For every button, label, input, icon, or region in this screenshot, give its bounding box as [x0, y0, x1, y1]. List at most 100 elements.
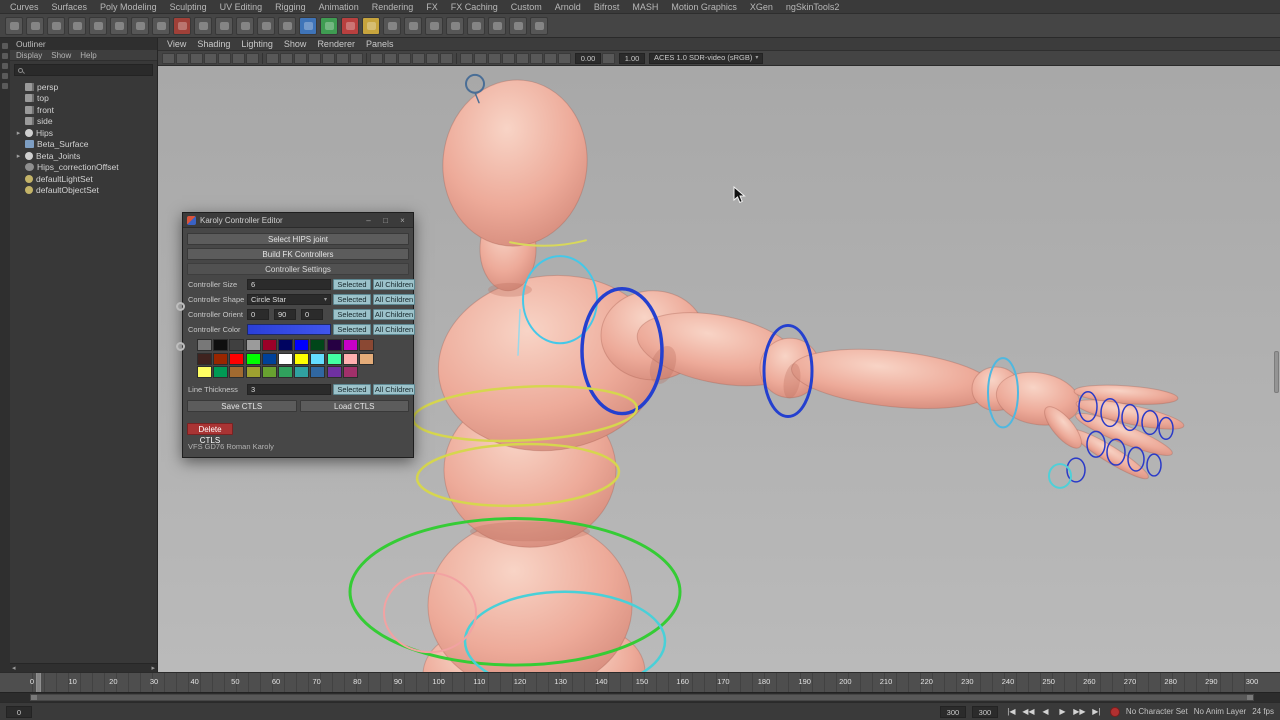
timeline-tick[interactable]: 200: [839, 677, 852, 686]
color-swatch[interactable]: [229, 339, 244, 351]
outliner-item-hips-correctionoffset[interactable]: Hips_correctionOffset: [10, 162, 157, 174]
color-swatch[interactable]: [213, 339, 228, 351]
shelf-tab-bifrost[interactable]: Bifrost: [594, 2, 620, 12]
shelf-tab-xgen[interactable]: XGen: [750, 2, 773, 12]
color-swatch[interactable]: [359, 353, 374, 365]
search-input[interactable]: [26, 65, 149, 75]
rotate-tool-icon[interactable]: [89, 17, 107, 35]
color-swatch[interactable]: [213, 353, 228, 365]
shelf-tab-custom[interactable]: Custom: [511, 2, 542, 12]
build-fk-controllers-button[interactable]: Build FK Controllers: [187, 248, 409, 260]
exposure-icon[interactable]: [558, 53, 571, 64]
play-backward-button[interactable]: ◀: [1038, 707, 1053, 716]
shelf-tab-fx-caching[interactable]: FX Caching: [451, 2, 498, 12]
timeline-tick[interactable]: 60: [272, 677, 280, 686]
colorspace-dropdown[interactable]: ACES 1.0 SDR-video (sRGB)▾: [649, 53, 763, 64]
orient-all-children-button[interactable]: All Children: [373, 309, 415, 320]
curve-cv-icon[interactable]: [215, 17, 233, 35]
color-swatch[interactable]: [278, 339, 293, 351]
anim-layer-dropdown[interactable]: No Anim Layer: [1194, 707, 1246, 716]
timeline-tick[interactable]: 300: [1246, 677, 1259, 686]
animation-end-field[interactable]: 300: [972, 706, 998, 718]
shelf-tab-rendering[interactable]: Rendering: [372, 2, 414, 12]
timeline-tick[interactable]: 30: [150, 677, 158, 686]
orient-handle-icon[interactable]: [176, 342, 185, 351]
color-all-children-button[interactable]: All Children: [373, 324, 415, 335]
outliner-item-defaultobjectset[interactable]: defaultObjectSet: [10, 185, 157, 197]
shelf-tab-fx[interactable]: FX: [426, 2, 438, 12]
color-swatch[interactable]: [343, 366, 358, 378]
shelf-tab-surfaces[interactable]: Surfaces: [52, 2, 88, 12]
shelf-menu-icon[interactable]: [5, 17, 23, 35]
controller-color-slider[interactable]: [247, 324, 331, 335]
shelf-tab-ngskintools2[interactable]: ngSkinTools2: [786, 2, 840, 12]
camera-select-icon[interactable]: [162, 53, 175, 64]
screen-space-ao-icon[interactable]: [502, 53, 515, 64]
color-swatch[interactable]: [213, 366, 228, 378]
color-swatch[interactable]: [278, 366, 293, 378]
outliner-search-box[interactable]: [14, 64, 153, 76]
range-slider[interactable]: [0, 692, 1280, 702]
window-titlebar[interactable]: Karoly Controller Editor: [183, 213, 413, 228]
color-swatch[interactable]: [197, 353, 212, 365]
pan-zoom-icon[interactable]: [232, 53, 245, 64]
close-icon[interactable]: [396, 216, 409, 225]
camera-lock-icon[interactable]: [176, 53, 189, 64]
multi-cut-icon[interactable]: [467, 17, 485, 35]
timeline-tick[interactable]: 100: [432, 677, 445, 686]
scroll-left-icon[interactable]: ◂: [12, 664, 16, 672]
frame-selection-icon[interactable]: [384, 53, 397, 64]
viewport-vscrollbar[interactable]: [1274, 351, 1279, 393]
nurbs-cube-icon[interactable]: [404, 17, 422, 35]
viewport-menu-shading[interactable]: Shading: [197, 39, 230, 49]
image-plane-icon[interactable]: [218, 53, 231, 64]
playback-end-field[interactable]: 300: [940, 706, 966, 718]
shadows-icon[interactable]: [488, 53, 501, 64]
outliner-item-side[interactable]: side: [10, 116, 157, 128]
timeline-tick[interactable]: 40: [190, 677, 198, 686]
expand-arrow-icon[interactable]: ▸: [15, 152, 22, 160]
safe-title-icon[interactable]: [350, 53, 363, 64]
toolbox-icon[interactable]: [2, 53, 8, 59]
camera-attributes-icon[interactable]: [190, 53, 203, 64]
color-swatch[interactable]: [294, 353, 309, 365]
time-slider[interactable]: 0102030405060708090100110120130140150160…: [0, 672, 1280, 692]
load-ctls-button[interactable]: Load CTLS: [300, 400, 410, 412]
color-swatch[interactable]: [197, 339, 212, 351]
timeline-tick[interactable]: 140: [595, 677, 608, 686]
outliner-item-hips[interactable]: ▸Hips: [10, 127, 157, 139]
timeline-tick[interactable]: 10: [68, 677, 76, 686]
toolbox-icon[interactable]: [2, 43, 8, 49]
color-swatch[interactable]: [294, 366, 309, 378]
color-swatch[interactable]: [310, 366, 325, 378]
current-frame-marker[interactable]: [36, 673, 41, 692]
poly-cube-icon[interactable]: [320, 17, 338, 35]
orient-z-field[interactable]: 0: [301, 309, 323, 320]
toolbox-icon[interactable]: [2, 83, 8, 89]
viewport-menu-view[interactable]: View: [167, 39, 186, 49]
xray-icon[interactable]: [412, 53, 425, 64]
timeline-tick[interactable]: 0: [30, 677, 34, 686]
isolate-select-icon[interactable]: [398, 53, 411, 64]
shelf-tab-curves[interactable]: Curves: [10, 2, 39, 12]
shelf-tab-poly-modeling[interactable]: Poly Modeling: [100, 2, 157, 12]
outliner-menu-display[interactable]: Display: [16, 51, 42, 60]
shelf-tab-mash[interactable]: MASH: [632, 2, 658, 12]
size-all-children-button[interactable]: All Children: [373, 279, 415, 290]
timeline-tick[interactable]: 70: [312, 677, 320, 686]
color-swatch[interactable]: [278, 353, 293, 365]
timeline-tick[interactable]: 250: [1042, 677, 1055, 686]
shelf-tab-sculpting[interactable]: Sculpting: [170, 2, 207, 12]
color-swatch[interactable]: [262, 339, 277, 351]
color-swatch[interactable]: [246, 339, 261, 351]
size-selected-button[interactable]: Selected: [333, 279, 371, 290]
viewport-menu-renderer[interactable]: Renderer: [317, 39, 355, 49]
viewport-menu-lighting[interactable]: Lighting: [241, 39, 273, 49]
outliner-item-front[interactable]: front: [10, 104, 157, 116]
current-frame-field[interactable]: 0: [6, 706, 32, 718]
timeline-tick[interactable]: 110: [473, 677, 485, 686]
field-chart-icon[interactable]: [322, 53, 335, 64]
select-tool-icon[interactable]: [26, 17, 44, 35]
target-weld-icon[interactable]: [509, 17, 527, 35]
safe-action-icon[interactable]: [336, 53, 349, 64]
